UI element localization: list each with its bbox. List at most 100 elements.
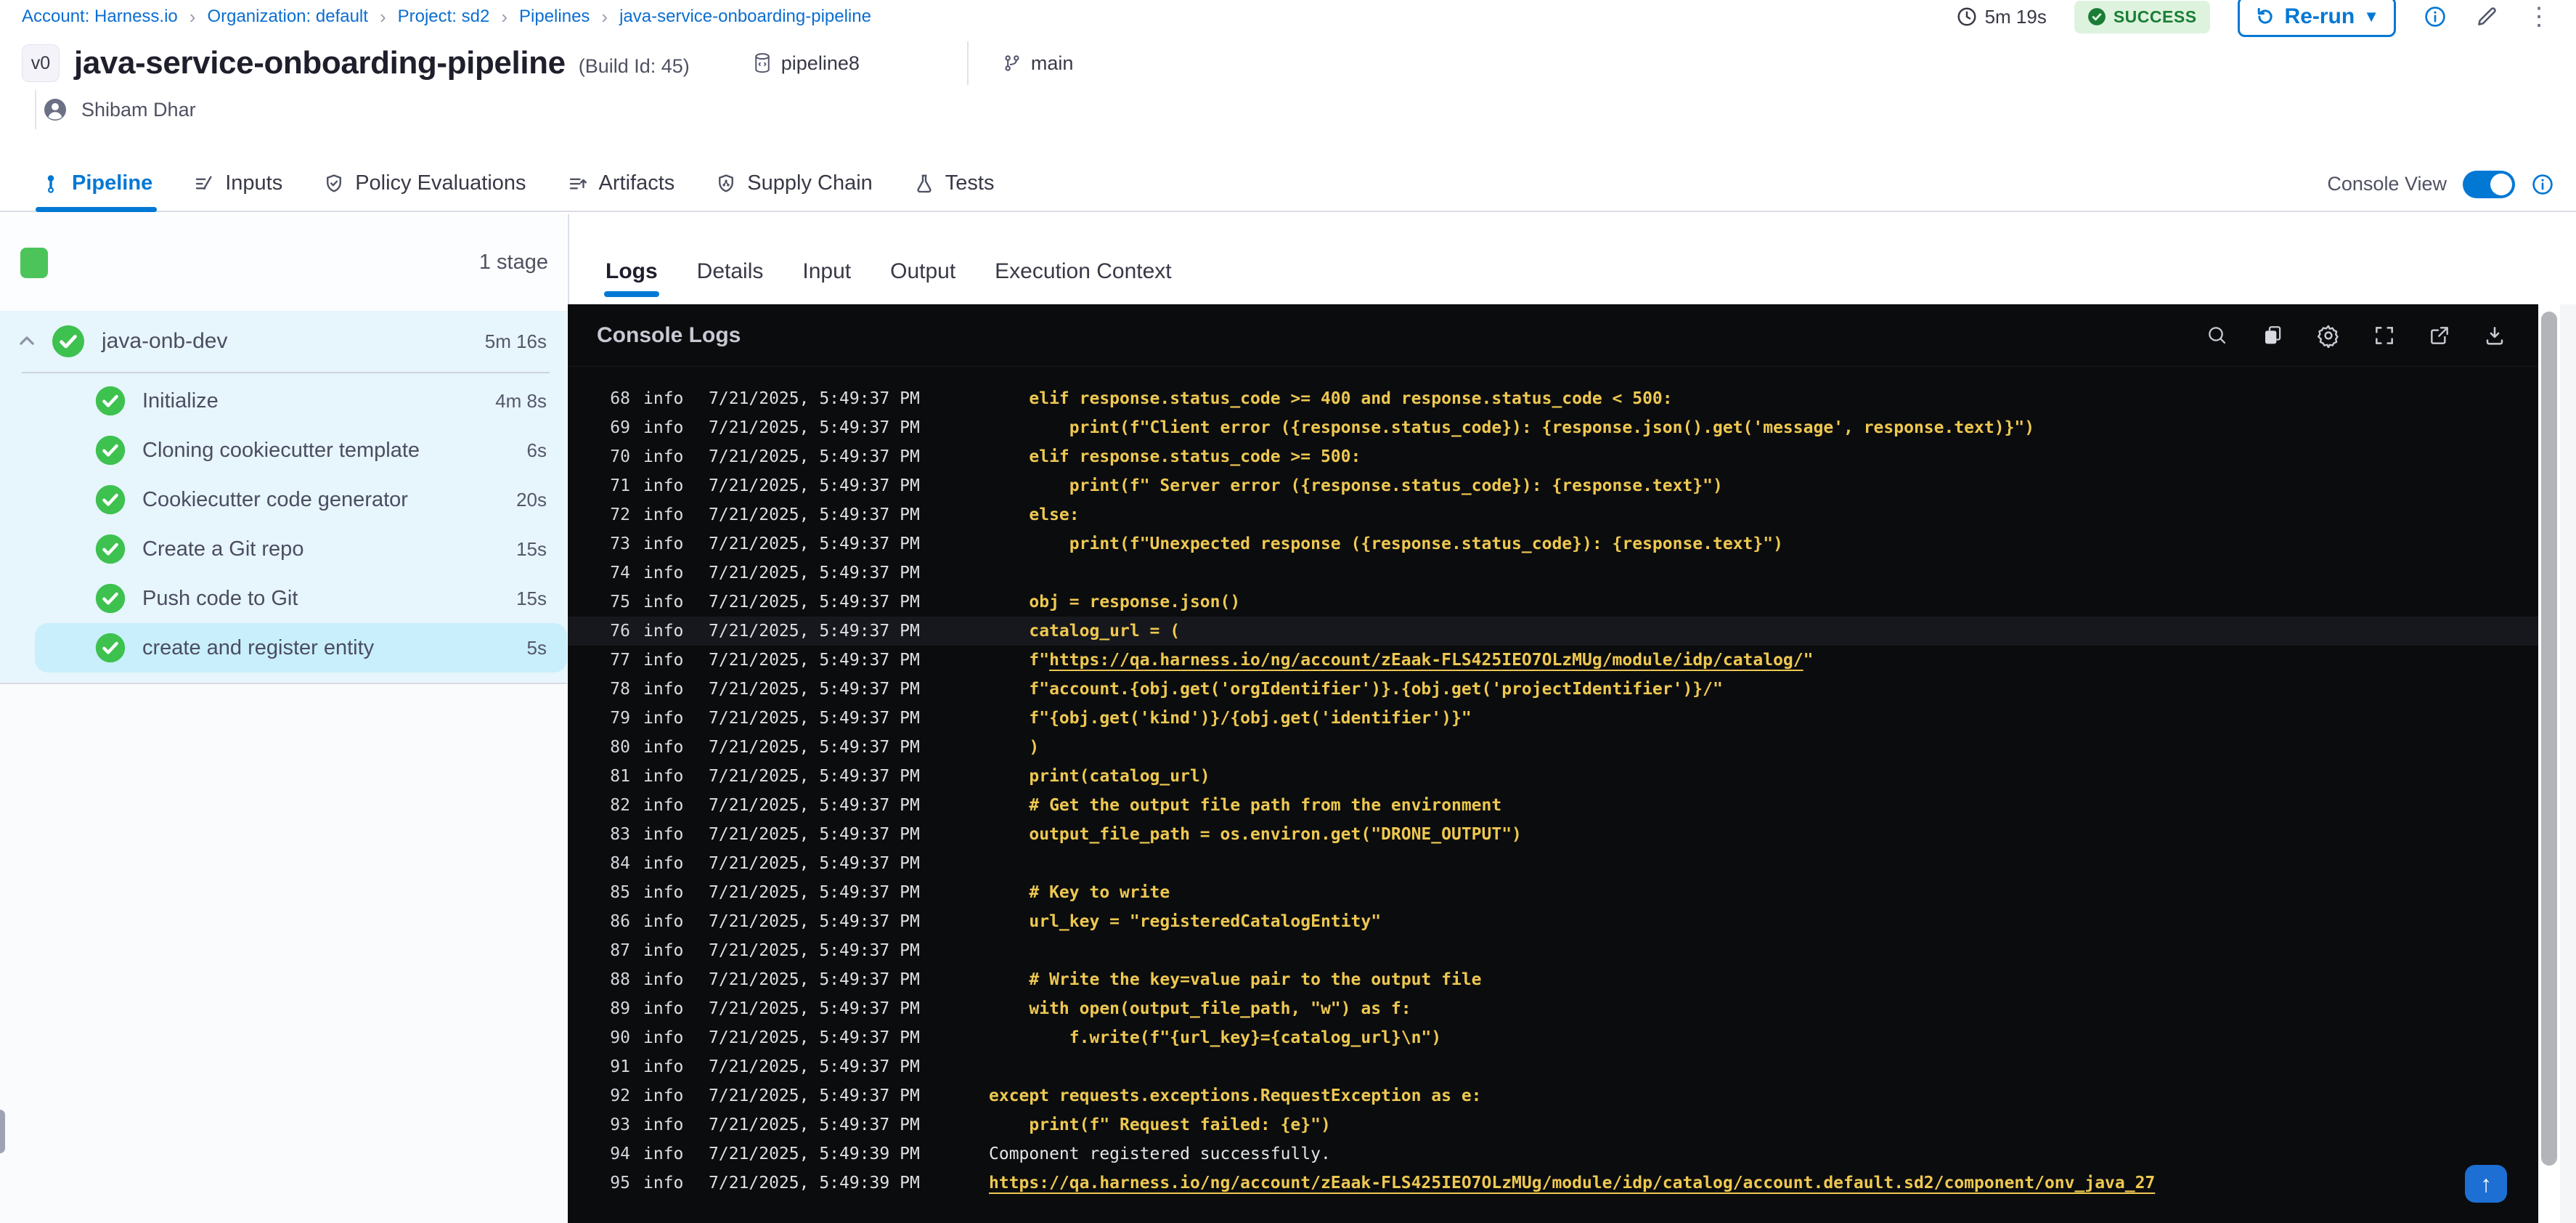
tab-policy-evaluations[interactable]: Policy Evaluations [323,156,526,211]
info-icon[interactable] [2424,5,2447,28]
search-icon[interactable] [2206,324,2229,347]
tab-label: Inputs [225,171,283,195]
log-line: 70 info 7/21/2025, 5:49:37 PM elif respo… [568,442,2538,471]
execution-controls: 5m 19s SUCCESS Re-run ▼ ⋮ [1956,0,2551,38]
breadcrumb-account[interactable]: Account: Harness.io [22,7,178,27]
log-timestamp: 7/21/2025, 5:49:37 PM [709,738,920,757]
log-timestamp: 7/21/2025, 5:49:39 PM [709,1145,920,1163]
log-text: url_key = "registeredCatalogEntity" [989,912,1382,931]
log-level: info [643,1028,684,1047]
log-line: 89 info 7/21/2025, 5:49:37 PM with open(… [568,994,2538,1023]
log-timestamp: 7/21/2025, 5:49:37 PM [709,912,920,931]
log-timestamp: 7/21/2025, 5:49:37 PM [709,709,920,728]
tab-label: Artifacts [598,171,675,195]
log-level: info [643,796,684,815]
log-level: info [643,912,684,931]
breadcrumb: Account: Harness.io › Organization: defa… [22,0,871,33]
stage-row[interactable]: java-onb-dev 5m 16s [0,311,567,372]
more-options-icon[interactable]: ⋮ [2527,4,2551,29]
breadcrumb-organization[interactable]: Organization: default [207,7,367,27]
log-level: info [643,418,684,437]
log-message: # Key to write [989,883,1170,902]
step-duration: 5s [526,636,547,659]
info-icon[interactable] [2531,173,2554,196]
stage-count-label: 1 stage [478,251,548,274]
log-text: print(f"Client error ({response.status_c… [989,418,2035,437]
gear-icon[interactable] [2316,323,2341,348]
step-row[interactable]: Cloning cookiecutter template 6s [0,426,567,475]
rerun-button[interactable]: Re-run ▼ [2237,0,2396,37]
log-timestamp: 7/21/2025, 5:49:37 PM [709,1116,920,1134]
log-level: info [643,709,684,728]
log-text: else: [989,505,1080,524]
fullscreen-icon[interactable] [2373,324,2396,347]
tab-inputs[interactable]: Inputs [193,156,282,211]
console-view-toggle[interactable] [2463,170,2515,198]
step-row[interactable]: Create a Git repo 15s [0,524,567,574]
open-in-new-icon[interactable] [2428,324,2451,347]
tab-output[interactable]: Output [890,259,955,304]
log-line: 83 info 7/21/2025, 5:49:37 PM output_fil… [568,820,2538,849]
chevron-up-icon[interactable] [16,330,38,352]
log-line-number: 90 [610,1028,630,1047]
step-duration: 15s [516,587,547,609]
shield-check-icon [323,173,345,195]
tab-execution-context[interactable]: Execution Context [995,259,1171,304]
tab-logs[interactable]: Logs [604,259,659,304]
check-circle-icon [94,632,126,664]
step-row[interactable]: Initialize 4m 8s [0,376,567,426]
log-link[interactable]: https://qa.harness.io/ng/account/zEaak-F… [1049,651,1803,670]
step-row[interactable]: Push code to Git 15s [0,574,567,623]
log-timestamp: 7/21/2025, 5:49:37 PM [709,941,920,960]
stage-section: java-onb-dev 5m 16s Initialize 4m 8s Clo… [0,311,567,683]
log-line: 68 info 7/21/2025, 5:49:37 PM elif respo… [568,384,2538,413]
log-line: 80 info 7/21/2025, 5:49:37 PM ) [568,733,2538,762]
tab-details[interactable]: Details [697,259,764,304]
log-line: 76 info 7/21/2025, 5:49:37 PM catalog_ur… [568,617,2538,646]
tab-input[interactable]: Input [802,259,851,304]
step-label: Cookiecutter code generator [142,487,408,511]
log-line-number: 82 [610,796,630,815]
log-level: info [643,447,684,466]
log-line: 74 info 7/21/2025, 5:49:37 PM [568,558,2538,588]
log-timestamp: 7/21/2025, 5:49:37 PM [709,564,920,582]
step-row[interactable]: create and register entity 5s [35,623,567,673]
log-line: 93 info 7/21/2025, 5:49:37 PM print(f" R… [568,1110,2538,1139]
step-row[interactable]: Cookiecutter code generator 20s [0,475,567,524]
log-text: catalog_url = ( [989,622,1181,641]
log-line-number: 76 [610,622,630,641]
tab-label: Pipeline [72,171,153,195]
log-line-number: 73 [610,535,630,553]
tab-supply-chain[interactable]: Supply Chain [715,156,873,211]
edit-pencil-icon[interactable] [2474,4,2499,29]
branch-name: main [1002,52,1073,75]
scrollbar-thumb[interactable] [2541,312,2557,1166]
page-gutter [2560,304,2576,1223]
breadcrumb-project[interactable]: Project: sd2 [398,7,490,27]
download-icon[interactable] [2483,324,2506,347]
tab-artifacts[interactable]: Artifacts [567,156,675,211]
console-scrollbar[interactable] [2538,304,2560,1223]
log-text: print(f" Request failed: {e}") [989,1116,1331,1134]
tab-tests[interactable]: Tests [913,156,994,211]
log-link[interactable]: https://qa.harness.io/ng/account/zEaak-F… [989,1174,2155,1192]
pipeline-icon [40,173,62,195]
drawer-handle[interactable] [0,1110,5,1153]
log-level: info [643,825,684,844]
scroll-to-top-button[interactable]: ↑ [2465,1165,2507,1203]
log-line-number: 87 [610,941,630,960]
status-badge: SUCCESS [2074,0,2210,33]
tab-pipeline[interactable]: Pipeline [35,156,158,212]
tab-label: Supply Chain [747,171,873,195]
log-timestamp: 7/21/2025, 5:49:37 PM [709,505,920,524]
primary-tabs: Pipeline Inputs Policy Evaluations Artif… [0,156,2576,212]
breadcrumb-pipelines[interactable]: Pipelines [519,7,590,27]
log-line: 95 info 7/21/2025, 5:49:39 PM https://qa… [568,1169,2538,1198]
log-timestamp: 7/21/2025, 5:49:37 PM [709,651,920,670]
stage-count-bar: 1 stage [0,214,567,311]
log-timestamp: 7/21/2025, 5:49:39 PM [709,1174,920,1192]
breadcrumb-separator: › [189,5,196,28]
execution-duration: 5m 19s [1956,6,2047,28]
breadcrumb-current-pipeline[interactable]: java-service-onboarding-pipeline [619,7,871,27]
copy-icon[interactable] [2261,324,2284,347]
